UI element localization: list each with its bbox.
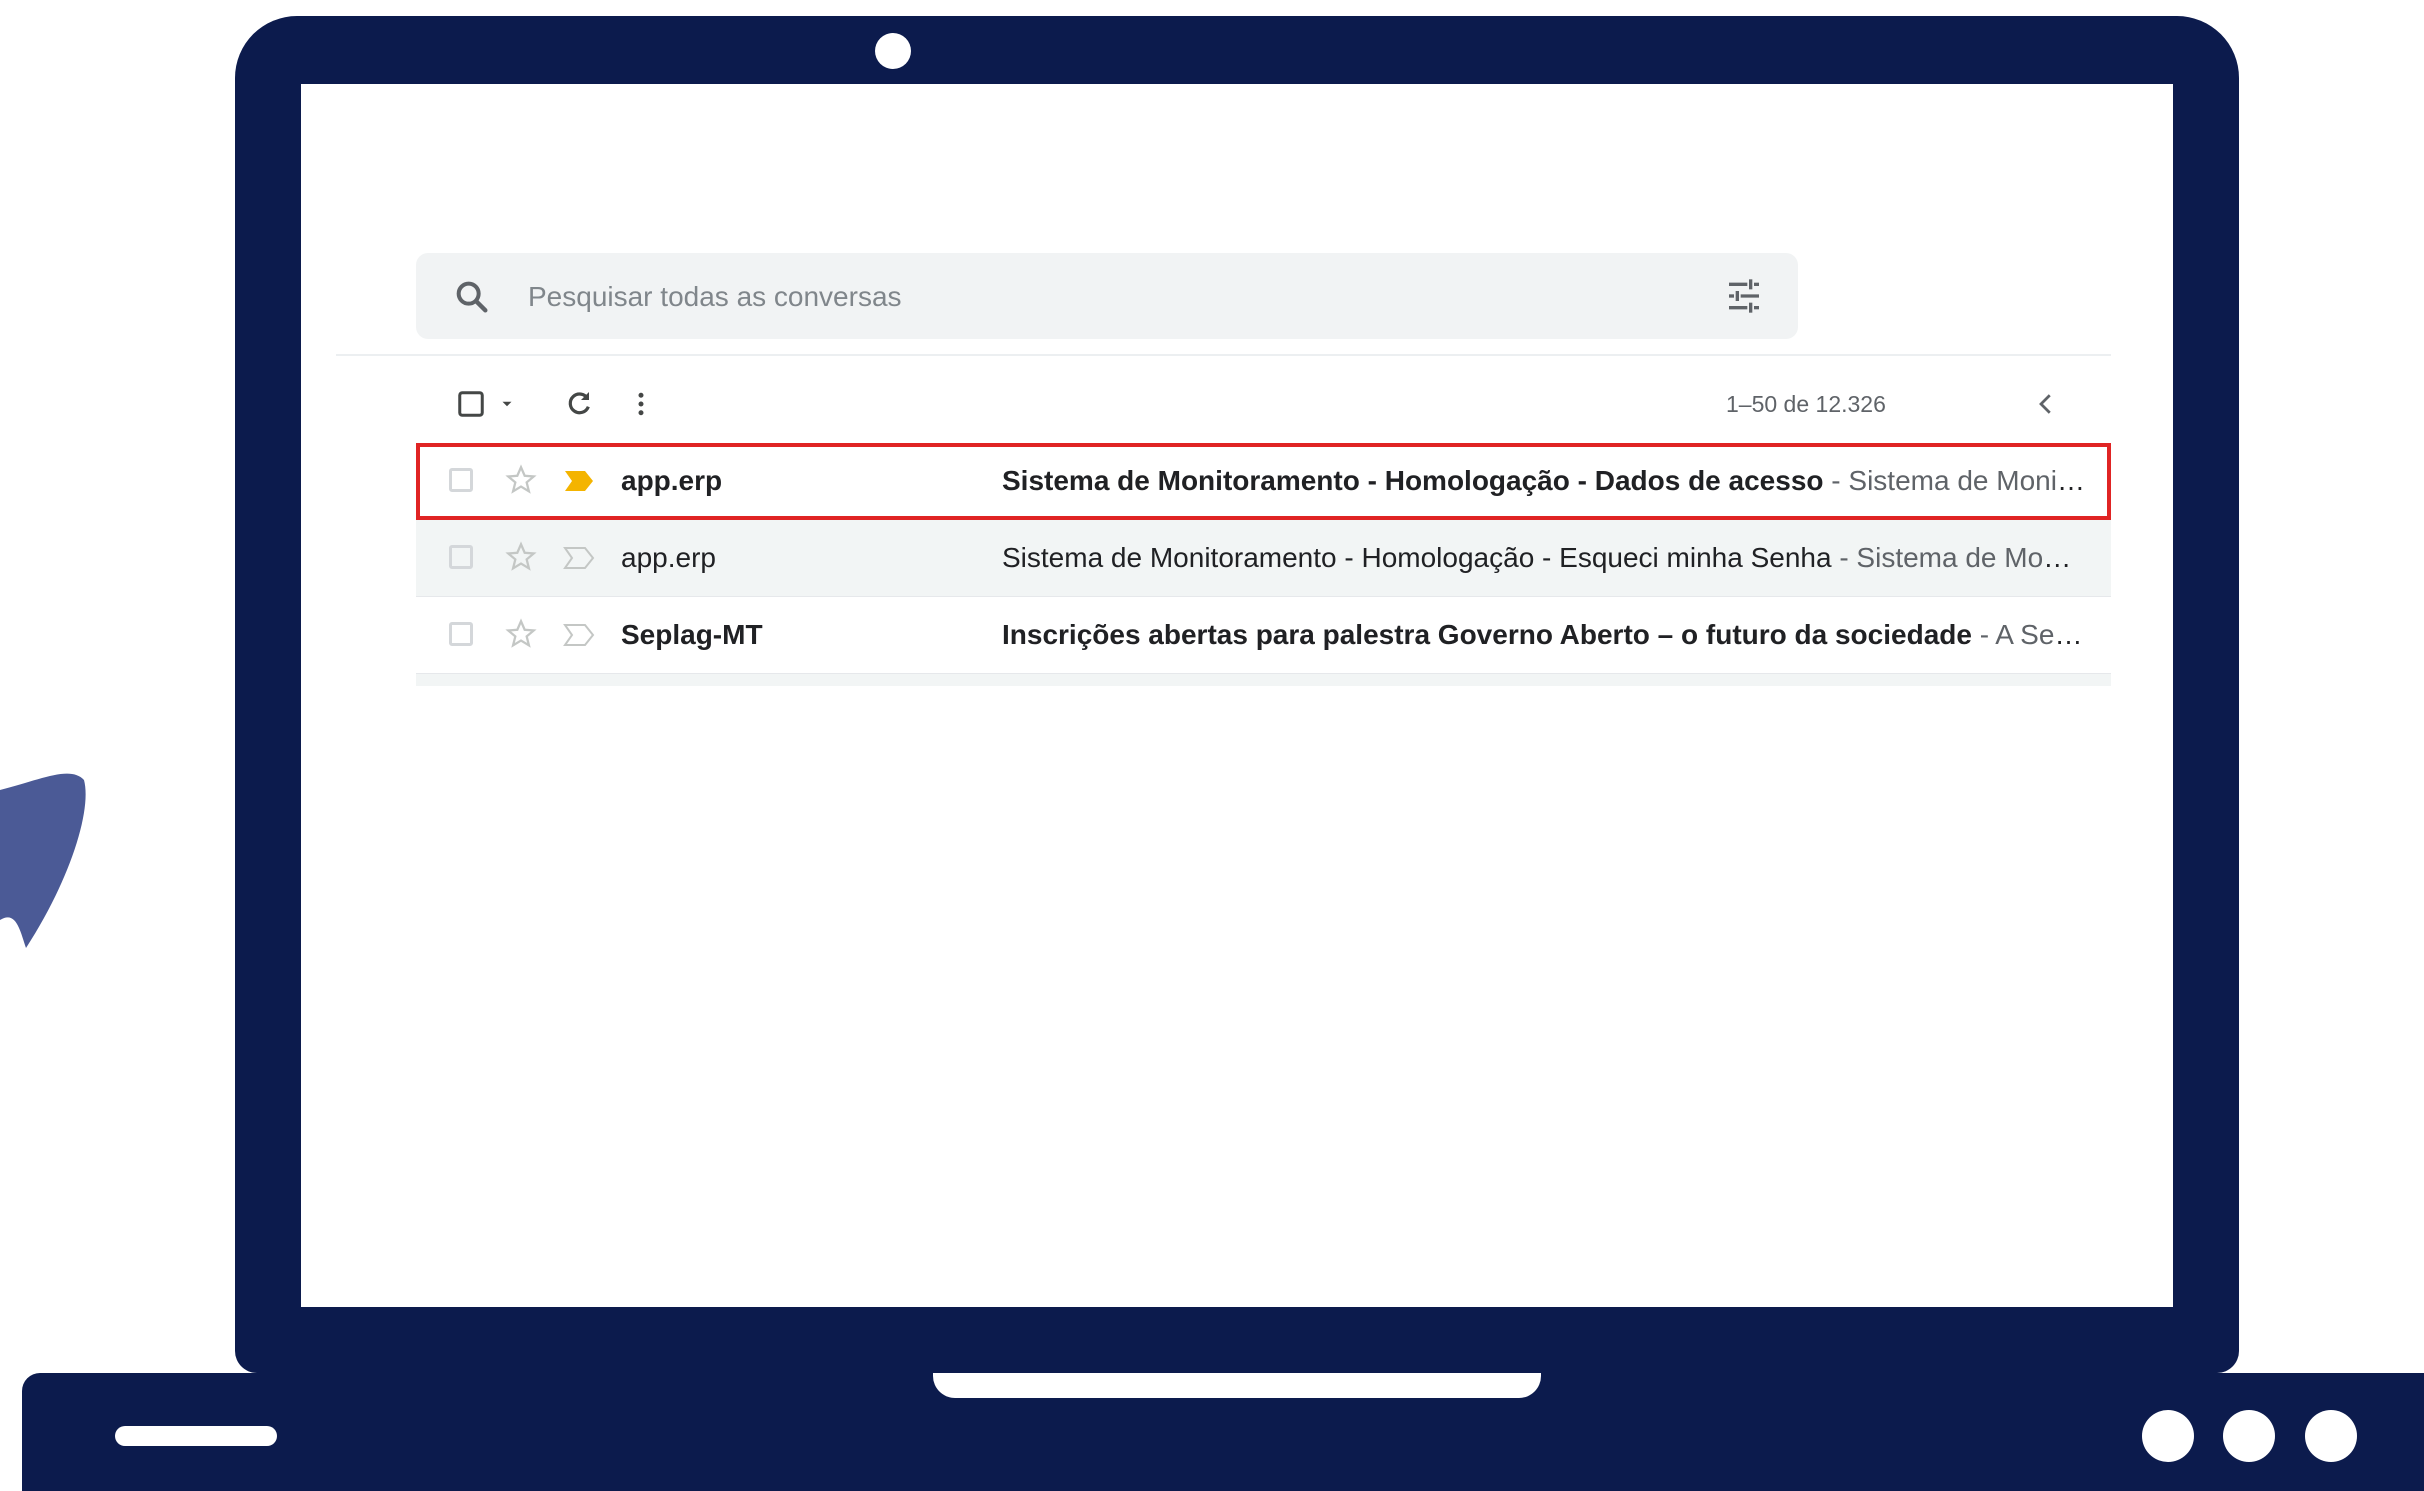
search-icon[interactable]	[452, 277, 492, 317]
laptop-base-dot	[2305, 1410, 2357, 1462]
snippet: - A Secretaria	[1979, 619, 2086, 650]
caret-down-icon	[502, 401, 512, 407]
sender-name: app.erp	[621, 465, 723, 496]
laptop-base-bar	[115, 1426, 277, 1446]
subject-line: Sistema de Monitoramento - Homologação -…	[1002, 443, 2086, 519]
tune-icon[interactable]	[1724, 276, 1764, 316]
star-icon[interactable]	[504, 617, 538, 651]
more-vert-icon	[638, 392, 644, 416]
important-marker-icon[interactable]	[563, 467, 595, 495]
decorative-shape	[0, 773, 86, 948]
laptop-screen: 1–50 de 12.326 app.erp Sistema de Monito…	[301, 84, 2173, 1307]
subject-line: Sistema de Monitoramento - Homologação -…	[1002, 520, 2086, 596]
refresh-icon	[568, 392, 590, 415]
search-input[interactable]	[526, 253, 1680, 341]
previous-page-button[interactable]	[2021, 374, 2071, 434]
select-all-checkbox[interactable]	[451, 374, 491, 434]
star-icon[interactable]	[504, 463, 538, 497]
snippet: - Sistema de Monitoramento	[1831, 465, 2086, 496]
checkbox-icon	[458, 391, 484, 417]
snippet: - Sistema de Monitoramento	[1839, 542, 2086, 573]
star-icon[interactable]	[504, 540, 538, 574]
refresh-button[interactable]	[554, 374, 604, 434]
message-row[interactable]: app.erp Sistema de Monitoramento - Homol…	[416, 443, 2111, 520]
mail-toolbar: 1–50 de 12.326	[416, 374, 2111, 434]
more-options-button[interactable]	[616, 374, 666, 434]
subject: Inscrições abertas para palestra Governo…	[1002, 619, 1972, 650]
subject-line: Inscrições abertas para palestra Governo…	[1002, 597, 2086, 673]
message-row[interactable]: app.erp Sistema de Monitoramento - Homol…	[416, 520, 2111, 597]
sender-name: app.erp	[621, 542, 716, 573]
row-checkbox[interactable]	[449, 468, 473, 492]
laptop-base-dot	[2223, 1410, 2275, 1462]
important-marker-icon[interactable]	[563, 544, 595, 572]
chevron-left-icon	[2039, 394, 2051, 414]
sender-name: Seplag-MT	[621, 619, 763, 650]
list-bottom-bar	[416, 674, 2111, 686]
row-checkbox[interactable]	[449, 545, 473, 569]
camera-dot	[875, 33, 911, 69]
message-list: app.erp Sistema de Monitoramento - Homol…	[416, 443, 2111, 686]
search-bar[interactable]	[416, 253, 1798, 341]
laptop-base-dot	[2142, 1410, 2194, 1462]
pagination-label: 1–50 de 12.326	[1726, 391, 1886, 417]
subject: Sistema de Monitoramento - Homologação -…	[1002, 465, 1824, 496]
row-checkbox[interactable]	[449, 622, 473, 646]
subject: Sistema de Monitoramento - Homologação -…	[1002, 542, 1832, 573]
message-row[interactable]: Seplag-MT Inscrições abertas para palest…	[416, 597, 2111, 674]
select-menu-button[interactable]	[494, 374, 520, 434]
important-marker-icon[interactable]	[563, 621, 595, 649]
laptop-base-notch	[933, 1373, 1541, 1398]
divider	[336, 354, 2111, 356]
